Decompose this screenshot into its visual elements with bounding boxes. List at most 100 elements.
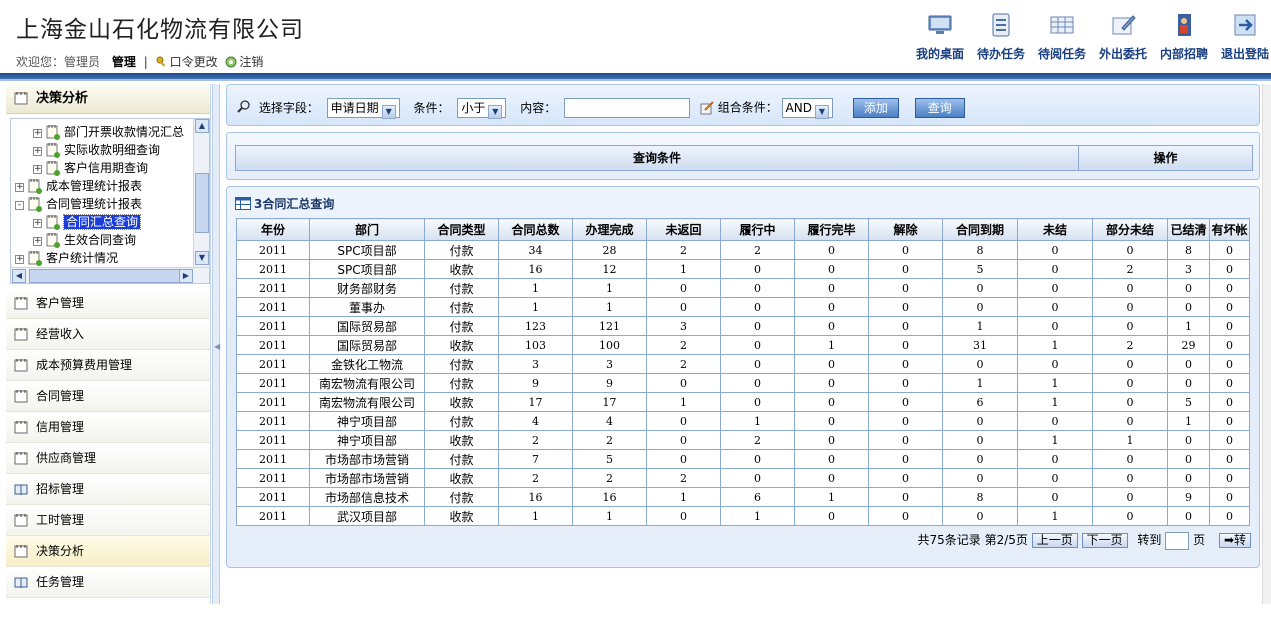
column-header[interactable]: 年份 [236,218,310,241]
expand-toggle-icon[interactable]: + [33,219,42,228]
combo-label: 组合条件： [717,100,778,115]
condition-select[interactable]: 小于 ▼ [457,98,507,119]
side-menu-item[interactable]: 合同管理 [6,381,210,412]
top-link-exit[interactable]: 退出登陆 [1214,12,1271,62]
tree-node[interactable]: + 部门开票收款情况汇总 [33,123,184,141]
table-cell: 6 [942,392,1018,412]
scroll-up-icon[interactable]: ▲ [195,119,209,133]
column-header[interactable]: 办理完成 [572,218,647,241]
add-button[interactable]: 添加 [852,98,899,118]
change-password-link[interactable]: 口令更改 [170,55,218,69]
tree-node[interactable]: + 客户统计情况 [15,249,118,267]
role-link[interactable]: 管理 [112,55,136,69]
table-cell: 4 [498,411,573,431]
column-header[interactable]: 履行中 [720,218,795,241]
search-button[interactable]: 查询 [914,98,965,118]
combo-select[interactable]: AND ▼ [781,98,833,119]
side-menu-item[interactable]: 客户管理 [6,288,210,319]
tree-node[interactable]: + 合同汇总查询 [33,213,142,231]
table-cell: 0 [1209,392,1250,412]
scroll-right-icon[interactable]: ▶ [179,269,193,283]
next-page-button[interactable]: 下一页 [1081,533,1128,548]
table-row: 2011 财务部财务 付款 1 1 0 0 0 0 0 0 0 0 0 [236,278,1250,298]
condition-label: 条件： [413,100,450,115]
expand-toggle-icon[interactable]: + [33,147,42,156]
tree-node[interactable]: + 成本管理统计报表 [15,177,142,195]
tree-node[interactable]: - 合同管理统计报表 [15,195,142,213]
side-menu-item[interactable]: 决策分析 [6,536,210,567]
top-links: 我的桌面 待办任务 待阅任务 外出委托 内部招聘 退出登陆 [911,12,1271,72]
column-header[interactable]: 合同类型 [424,218,499,241]
column-header[interactable]: 未返回 [646,218,721,241]
logout-icon [225,56,237,68]
prev-page-button[interactable]: 上一页 [1031,533,1078,548]
column-header[interactable]: 有坏帐 [1209,218,1250,241]
table-cell: 0 [646,411,721,431]
scroll-left-icon[interactable]: ◀ [12,269,26,283]
top-link-recruit[interactable]: 内部招聘 [1153,12,1215,62]
column-header[interactable]: 未结 [1017,218,1093,241]
table-cell: 0 [794,354,869,374]
collapse-toggle-icon[interactable]: - [15,201,24,210]
table-cell: 0 [1209,278,1250,298]
scroll-thumb[interactable] [29,269,193,283]
top-link-desktop[interactable]: 我的桌面 [909,12,971,62]
chevron-down-icon: ▼ [488,105,503,119]
content-input[interactable] [564,98,691,118]
table-cell: 神宁项目部 [309,430,425,450]
content-label: 内容： [520,100,557,115]
tree-horizontal-scrollbar[interactable]: ◀ ▶ [11,267,209,283]
field-select[interactable]: 申请日期 ▼ [326,98,400,119]
logout-link[interactable]: 注销 [239,55,263,69]
expand-toggle-icon[interactable]: + [15,183,24,192]
side-menu-item[interactable]: 招标管理 [6,474,210,505]
app-header: 上海金山石化物流有限公司 欢迎您：管理员 管理 | 口令更改 注销 我的桌面 待… [0,0,1271,76]
table-cell: 0 [720,316,795,336]
expand-toggle-icon[interactable]: + [15,255,24,264]
column-header[interactable]: 部门 [309,218,425,241]
side-menu-item[interactable]: 经营收入 [6,319,210,350]
column-header[interactable]: 已结清 [1167,218,1210,241]
goto-page-input[interactable] [1165,531,1190,550]
table-cell: 0 [1209,240,1250,260]
scroll-thumb[interactable] [195,173,209,233]
tree-node[interactable]: + 客户信用期查询 [33,159,148,177]
expand-toggle-icon[interactable]: + [33,237,42,246]
side-menu-item[interactable]: 成本预算费用管理 [6,350,210,381]
table-row: 2011 市场部信息技术 付款 16 16 1 6 1 0 8 0 0 9 0 [236,487,1250,507]
column-header[interactable]: 履行完毕 [794,218,869,241]
sidebar-section-header[interactable]: 决策分析 [6,84,210,114]
tree-node[interactable]: + 生效合同查询 [33,231,136,249]
table-cell: 0 [942,354,1018,374]
column-header[interactable]: 合同到期 [942,218,1018,241]
expand-toggle-icon[interactable]: + [33,165,42,174]
expand-toggle-icon[interactable]: + [33,129,42,138]
table-cell: 0 [1209,430,1250,450]
table-cell: 1 [646,259,721,279]
side-menu: 客户管理经营收入成本预算费用管理 合同管理 信用管理 供应商管理 招标管理 工时管理 决策分… [6,288,210,598]
table-row: 2011 神宁项目部 付款 4 4 0 1 0 0 0 0 0 1 0 [236,411,1250,431]
goto-button[interactable]: ➡转 [1218,533,1251,548]
top-link-todo[interactable]: 待办任务 [970,12,1032,62]
column-header[interactable]: 部分未结 [1092,218,1168,241]
sidebar-collapse-handle[interactable]: ◀ [212,84,220,604]
side-menu-item[interactable]: 信用管理 [6,412,210,443]
report-doc-icon [46,232,60,248]
tree-node[interactable]: + 实际收款明细查询 [33,141,160,159]
column-header[interactable]: 解除 [868,218,943,241]
top-link-to-read[interactable]: 待阅任务 [1031,12,1093,62]
side-menu-item[interactable]: 工时管理 [6,505,210,536]
side-menu-label: 经营收入 [36,327,85,341]
table-cell: 0 [1167,373,1210,393]
scroll-down-icon[interactable]: ▼ [195,251,209,265]
pagination: 共75条记录 第2/5页 上一页 下一页 转到 页 ➡转 [918,531,1251,550]
side-menu-item[interactable]: 任务管理 [6,567,210,598]
column-header[interactable]: 合同总数 [498,218,573,241]
page-scrollbar[interactable] [1262,84,1271,604]
main-content: 选择字段： 申请日期 ▼ 条件： 小于 ▼ 内容： 组合条件： AND ▼ 添加 查询… [222,84,1262,604]
tree-vertical-scrollbar[interactable]: ▲ ▼ [193,119,209,267]
table-cell: 0 [1092,506,1168,526]
side-menu-item[interactable]: 供应商管理 [6,443,210,474]
top-link-outing[interactable]: 外出委托 [1092,12,1154,62]
table-cell: 0 [1209,354,1250,374]
